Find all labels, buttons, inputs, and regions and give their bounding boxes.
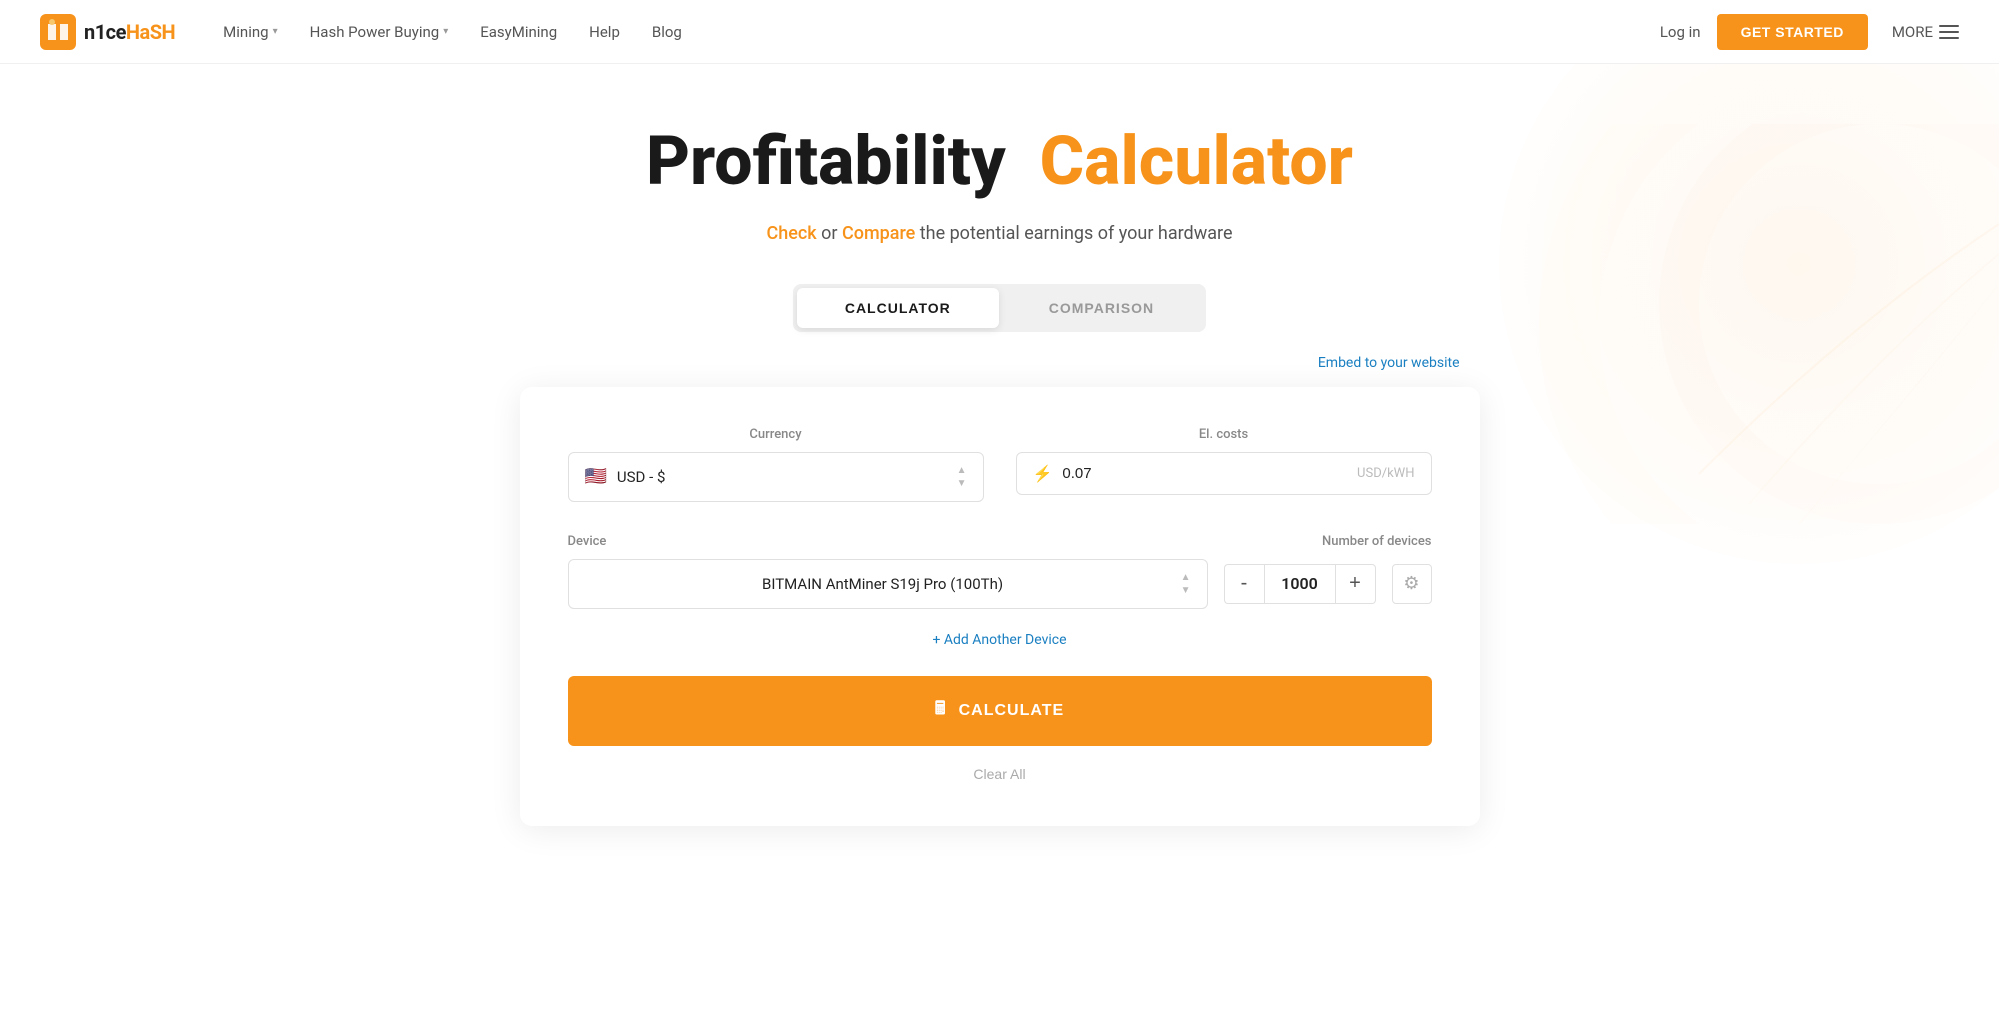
mode-tabs: CALCULATOR COMPARISON bbox=[793, 284, 1206, 332]
logo[interactable]: n1ceHaSH bbox=[40, 14, 175, 50]
el-costs-unit: USD/kWH bbox=[1357, 466, 1414, 481]
num-devices-label: Number of devices bbox=[1322, 534, 1431, 549]
calculator-card: Currency USD - $ 🇺🇸 USD - $ ▲▼ El. costs bbox=[520, 387, 1480, 826]
el-costs-input[interactable] bbox=[1062, 453, 1142, 494]
logo-text: n1ceHaSH bbox=[84, 20, 175, 44]
num-devices-value: 1000 bbox=[1264, 564, 1336, 604]
clear-all-button[interactable]: Clear All bbox=[568, 762, 1432, 786]
currency-label: Currency bbox=[568, 427, 984, 442]
decrease-devices-button[interactable]: - bbox=[1224, 564, 1264, 604]
gear-icon: ⚙ bbox=[1403, 573, 1419, 594]
device-row: Device Number of devices BITMAIN AntMine… bbox=[568, 534, 1432, 609]
device-row-labels: Device Number of devices bbox=[568, 534, 1432, 549]
login-button[interactable]: Log in bbox=[1660, 23, 1701, 41]
nav-links: Mining ▾ Hash Power Buying ▾ EasyMining … bbox=[223, 23, 1660, 41]
embed-link-container: Embed to your website bbox=[520, 352, 1480, 371]
currency-select[interactable]: USD - $ 🇺🇸 USD - $ ▲▼ bbox=[568, 452, 984, 502]
bolt-icon: ⚡ bbox=[1033, 464, 1053, 483]
nav-help[interactable]: Help bbox=[589, 23, 620, 41]
num-devices-control: - 1000 + bbox=[1224, 564, 1376, 604]
calculate-button[interactable]: 🖩 CALCULATE bbox=[568, 676, 1432, 746]
hero-section: Profitability Calculator Check or Compar… bbox=[0, 64, 1999, 906]
device-label: Device bbox=[568, 534, 607, 549]
navigation: n1ceHaSH Mining ▾ Hash Power Buying ▾ Ea… bbox=[0, 0, 1999, 64]
add-another-device-link[interactable]: + Add Another Device bbox=[932, 632, 1066, 648]
device-select[interactable]: BITMAIN AntMiner S19j Pro (100Th) BITMAI… bbox=[568, 559, 1208, 609]
tabs-container: CALCULATOR COMPARISON bbox=[20, 284, 1979, 332]
tab-calculator[interactable]: CALCULATOR bbox=[797, 288, 999, 328]
calculator-icon: 🖩 bbox=[935, 696, 947, 726]
device-controls: BITMAIN AntMiner S19j Pro (100Th) BITMAI… bbox=[568, 559, 1432, 609]
hero-subtitle: Check or Compare the potential earnings … bbox=[20, 223, 1979, 244]
hamburger-icon bbox=[1939, 25, 1959, 39]
device-settings-button[interactable]: ⚙ bbox=[1392, 564, 1432, 604]
currency-group: Currency USD - $ 🇺🇸 USD - $ ▲▼ bbox=[568, 427, 984, 502]
hero-title: Profitability Calculator bbox=[20, 124, 1979, 199]
tab-comparison[interactable]: COMPARISON bbox=[1001, 288, 1202, 328]
embed-to-website-link[interactable]: Embed to your website bbox=[1318, 355, 1460, 371]
el-costs-label: El. costs bbox=[1016, 427, 1432, 442]
nav-hash-power-buying[interactable]: Hash Power Buying ▾ bbox=[310, 23, 449, 41]
el-costs-input-wrapper: ⚡ USD/kWH bbox=[1016, 452, 1432, 495]
get-started-button[interactable]: GET STARTED bbox=[1717, 14, 1868, 50]
nav-mining[interactable]: Mining ▾ bbox=[223, 23, 277, 41]
nav-actions: Log in GET STARTED MORE bbox=[1660, 14, 1959, 50]
currency-elcosts-row: Currency USD - $ 🇺🇸 USD - $ ▲▼ El. costs bbox=[568, 427, 1432, 502]
el-costs-group: El. costs ⚡ USD/kWH bbox=[1016, 427, 1432, 502]
more-menu-button[interactable]: MORE bbox=[1892, 23, 1959, 41]
increase-devices-button[interactable]: + bbox=[1336, 564, 1376, 604]
chevron-down-icon: ▾ bbox=[273, 26, 278, 37]
nav-blog[interactable]: Blog bbox=[652, 23, 682, 41]
nav-easy-mining[interactable]: EasyMining bbox=[480, 23, 557, 41]
chevron-down-icon: ▾ bbox=[443, 26, 448, 37]
